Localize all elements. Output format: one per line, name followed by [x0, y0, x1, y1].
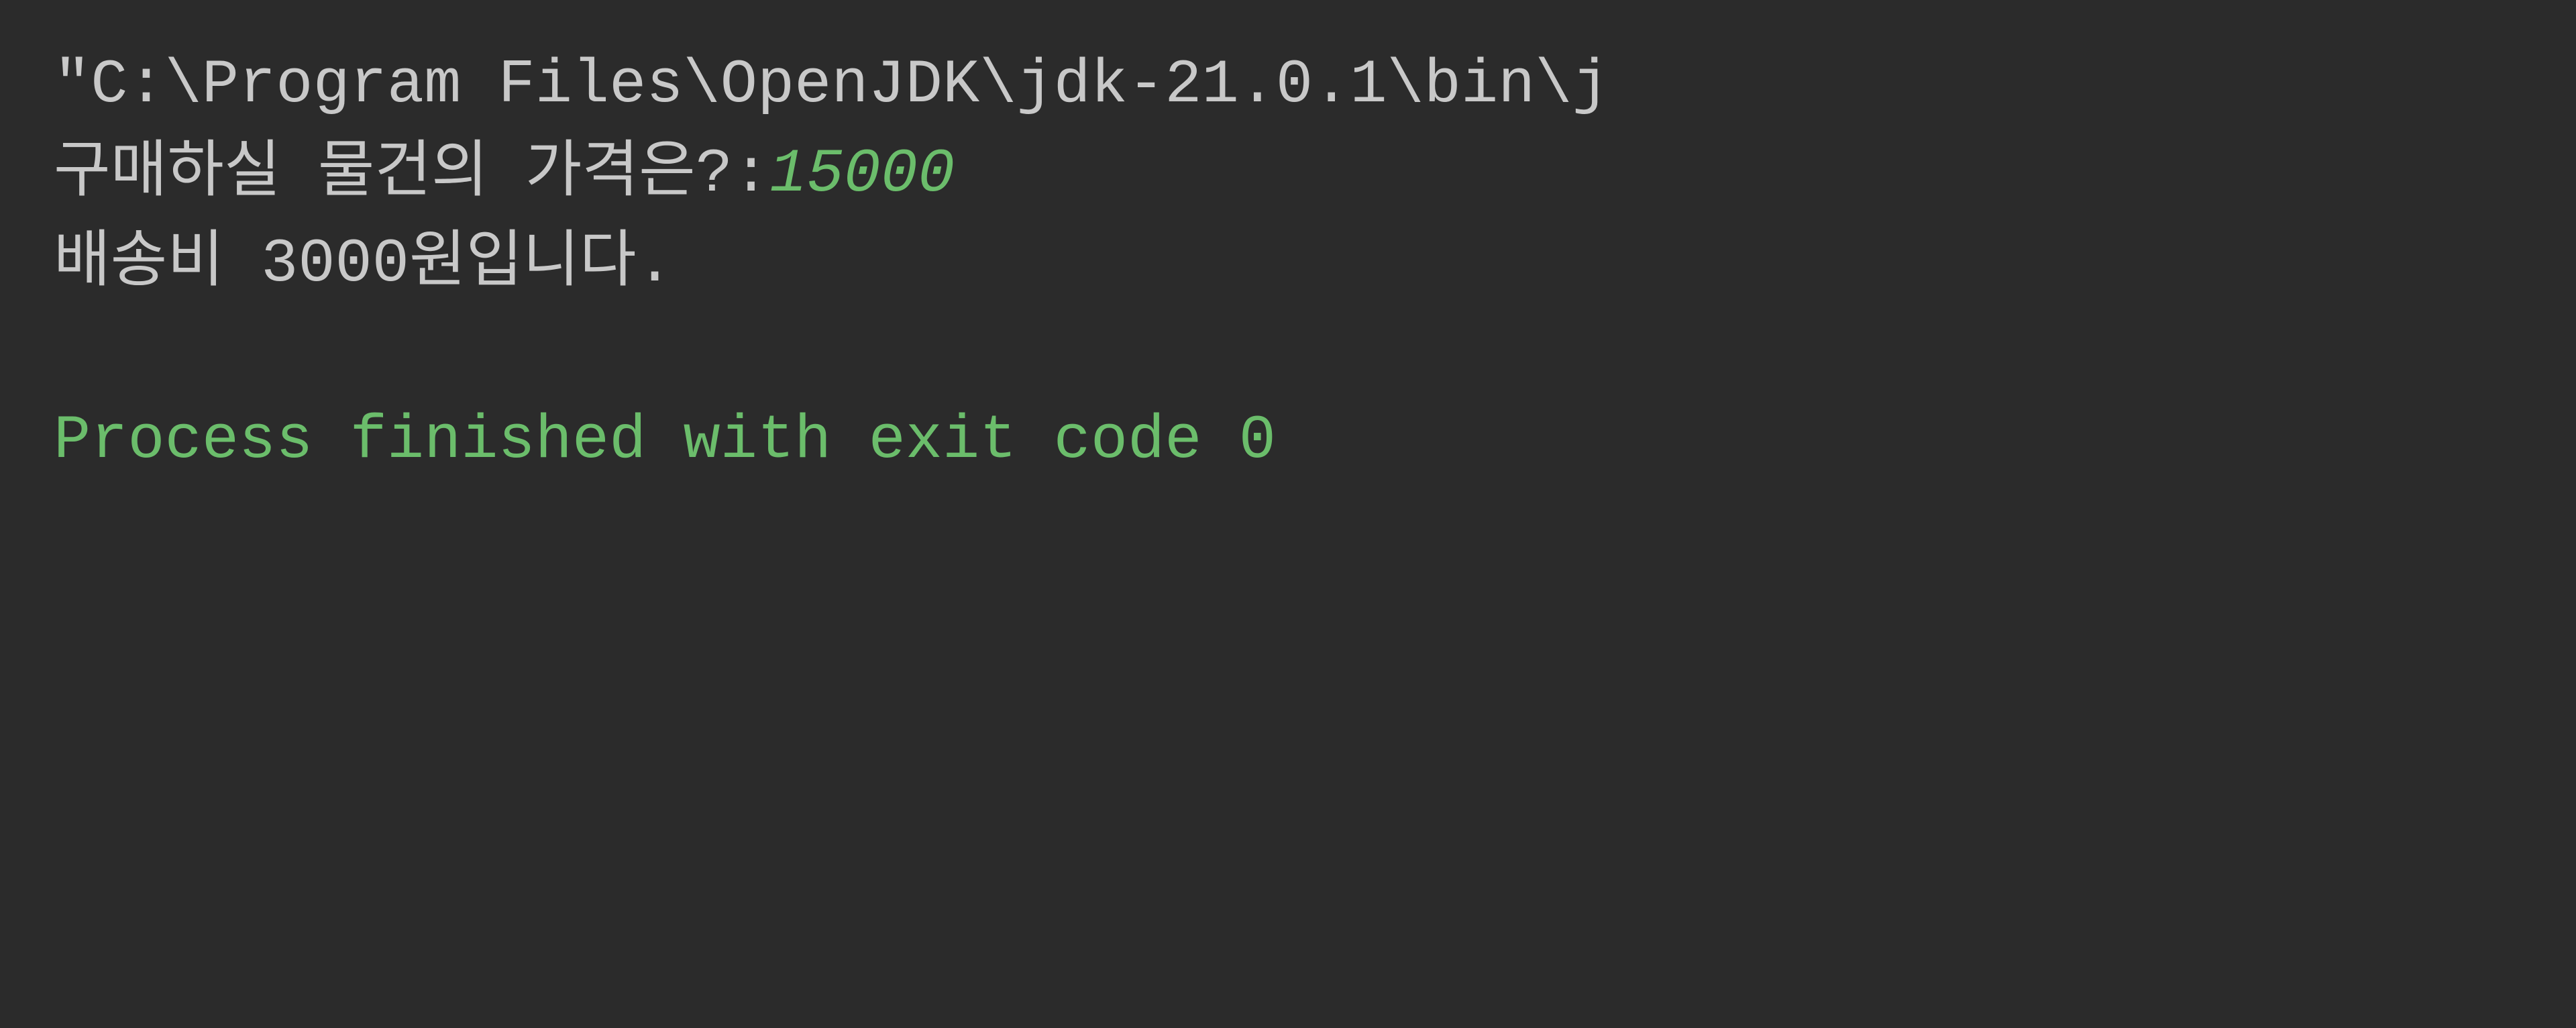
- prompt-line: 구매하실 물건의 가격은?:15000: [54, 130, 2522, 219]
- prompt-input: 15000: [769, 139, 955, 209]
- terminal-window: "C:\Program Files\OpenJDK\jdk-21.0.1\bin…: [0, 0, 2576, 1028]
- output-line: 배송비 3000원입니다.: [54, 219, 2522, 309]
- prompt-label: 구매하실 물건의 가격은?:: [54, 139, 769, 209]
- process-status-line: Process finished with exit code 0: [54, 396, 2522, 485]
- command-line: "C:\Program Files\OpenJDK\jdk-21.0.1\bin…: [54, 40, 2522, 130]
- blank-line: [54, 309, 2522, 382]
